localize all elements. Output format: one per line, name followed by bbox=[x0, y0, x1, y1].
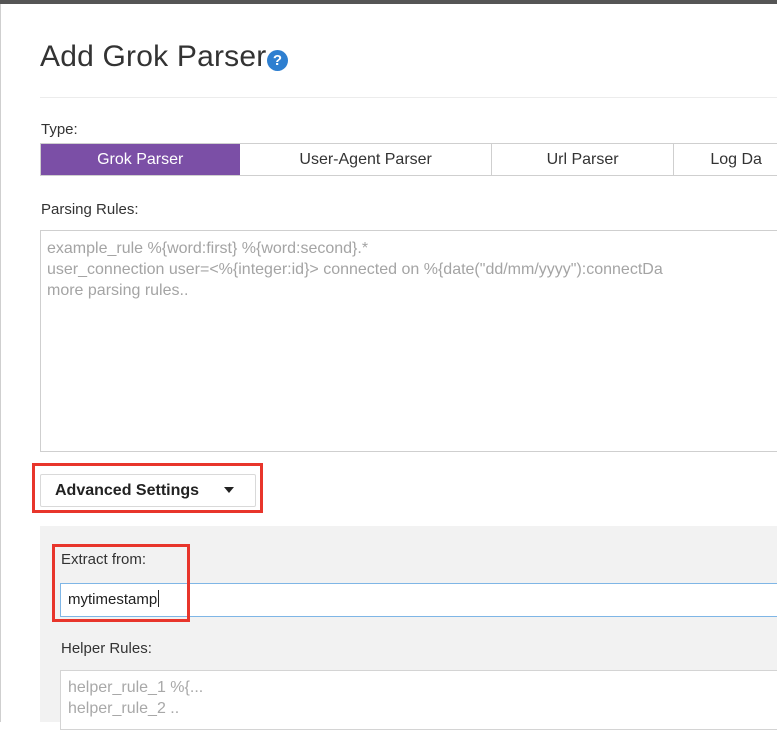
dialog-left-edge bbox=[0, 4, 1, 722]
helper-rules-textarea[interactable]: helper_rule_1 %{... helper_rule_2 .. bbox=[60, 670, 777, 730]
parsing-rules-label: Parsing Rules: bbox=[41, 201, 139, 218]
dialog-title: Add Grok Parser bbox=[40, 40, 267, 73]
type-option-url-parser[interactable]: Url Parser bbox=[491, 144, 675, 175]
help-icon[interactable]: ? bbox=[267, 50, 288, 71]
annotation-highlight-advanced bbox=[32, 463, 263, 513]
type-option-grok-parser[interactable]: Grok Parser bbox=[41, 144, 241, 175]
type-option-log-date[interactable]: Log Da bbox=[674, 144, 777, 175]
type-option-user-agent-parser[interactable]: User-Agent Parser bbox=[240, 144, 492, 175]
title-divider bbox=[40, 97, 777, 98]
annotation-highlight-extract-from bbox=[52, 544, 190, 622]
parser-type-selector: Grok Parser User-Agent Parser Url Parser… bbox=[40, 143, 777, 176]
type-label: Type: bbox=[41, 121, 78, 138]
parsing-rules-textarea[interactable]: example_rule %{word:first} %{word:second… bbox=[40, 230, 777, 452]
window-top-border bbox=[0, 0, 777, 4]
helper-rules-label: Helper Rules: bbox=[61, 640, 152, 657]
